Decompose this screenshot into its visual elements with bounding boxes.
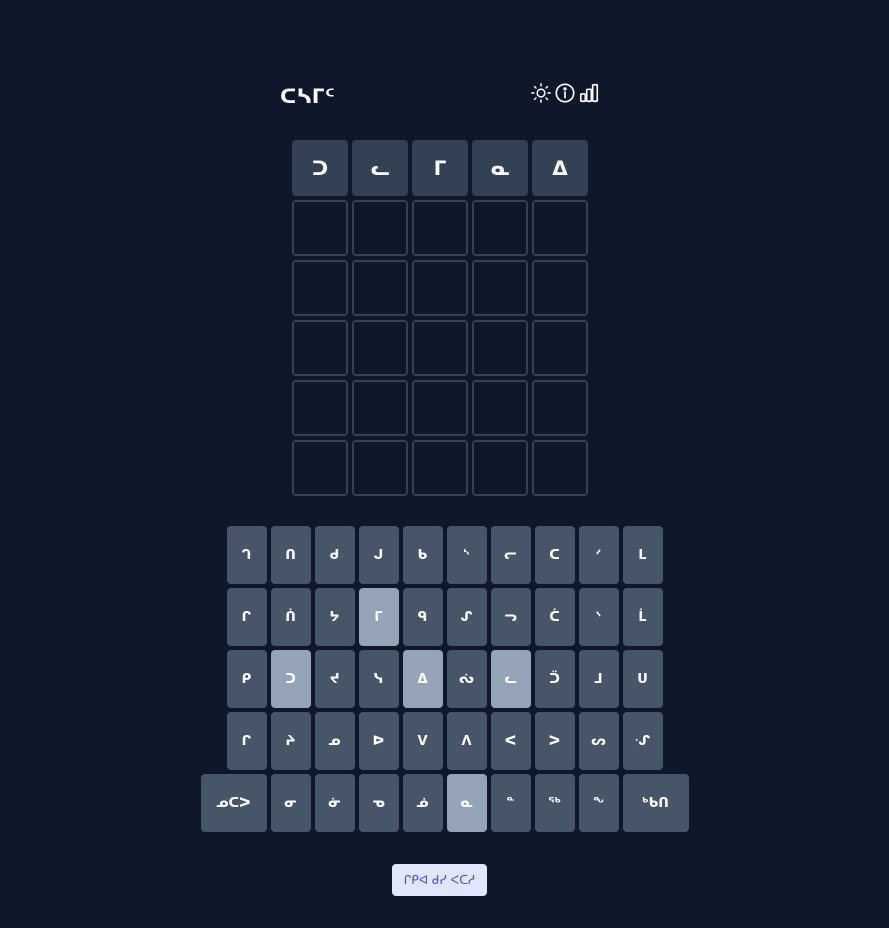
keyboard-key[interactable]: ᒥ <box>358 588 399 646</box>
keyboard-key[interactable]: ᖅ <box>534 774 575 832</box>
keyboard-key[interactable]: ᑐ <box>270 650 311 708</box>
keyboard-key[interactable]: ᑎ <box>270 526 311 584</box>
board-tile <box>352 440 408 496</box>
board-tile <box>412 260 468 316</box>
keyboard-key[interactable]: ᓓ <box>490 588 531 646</box>
board-tile <box>352 200 408 256</box>
keyboard-key[interactable]: ᐸ <box>490 712 531 770</box>
board-tile: ᑐ <box>292 140 348 196</box>
board-tile <box>352 380 408 436</box>
keyboard-key[interactable]: ᓀ <box>358 774 399 832</box>
keyboard-key[interactable]: ᑕ <box>534 526 575 584</box>
keyboard-row: ᒋᑏᔭᒥᑫᔑᓓᑖᐠᒫ <box>0 588 889 646</box>
board-tile <box>532 200 588 256</box>
board-tile <box>292 260 348 316</box>
keyboard-key[interactable]: ᓃ <box>314 774 355 832</box>
board-tile <box>472 200 528 256</box>
keyboard-row: ᒉᑎᑯᒍᑲᔅᓕᑕᐟᒪ <box>0 526 889 584</box>
keyboard-key[interactable]: ᒫ <box>622 588 663 646</box>
board-tile: ᐃ <box>532 140 588 196</box>
keyboard-key[interactable]: ᑒ <box>534 650 575 708</box>
board-tile <box>292 200 348 256</box>
board-tile <box>412 440 468 496</box>
board-tile: ᒥ <box>412 140 468 196</box>
keyboard-key[interactable]: ᓚ <box>490 650 531 708</box>
keyboard-key[interactable]: ᑌ <box>622 650 663 708</box>
keyboard-key[interactable]: ᑯ <box>314 526 355 584</box>
keyboard-key[interactable]: ᐃ <box>402 650 443 708</box>
board-tile <box>472 440 528 496</box>
keyboard-key[interactable]: ᓂ <box>270 774 311 832</box>
keyboard-row: ᒋᔨᓄᐅᐯᐱᐸᐳᔕᔙ <box>0 712 889 770</box>
board-tile <box>352 260 408 316</box>
board-tile <box>472 380 528 436</box>
keyboard-key[interactable]: ᒋ <box>226 712 267 770</box>
keyboard-key[interactable]: ᑭ <box>226 650 267 708</box>
keyboard-key[interactable]: ᓇ <box>446 774 487 832</box>
keyboard-key[interactable]: ᓄ <box>314 712 355 770</box>
board-tile <box>472 260 528 316</box>
keyboard-key[interactable]: ᓐ <box>490 774 531 832</box>
board-tile <box>472 320 528 376</box>
keyboard-key[interactable]: ᔑ <box>446 588 487 646</box>
board-tile: ᓇ <box>472 140 528 196</box>
keyboard-key[interactable]: ᐳ <box>534 712 575 770</box>
keyboard-key[interactable]: ᓕ <box>490 526 531 584</box>
keyboard-key[interactable]: ᔨ <box>270 712 311 770</box>
board-tile <box>532 380 588 436</box>
keyboard-key[interactable]: ᑲ <box>402 526 443 584</box>
game-page: ᑕᓴᒥᑦ ᑐ ᓚ ᒥ ᓇ ᐃ ᒉ ᑎ ᑯ ᒍ ᑲ ᔅ ᓕ ᑕ ᐟ ᒪ ᒋ ᑏ ᔭ… <box>0 0 889 928</box>
enter-key[interactable]: ᓄᑕᐳ <box>200 774 267 832</box>
game-title: ᑕᓴᒥᑦ <box>280 84 336 108</box>
keyboard-row: ᑭᑐᔪᓭᐃᔔᓚᑒᒧᑌ <box>0 650 889 708</box>
chart-bar-icon[interactable] <box>578 82 600 104</box>
keyboard-key[interactable]: ᔭ <box>314 588 355 646</box>
keyboard-key[interactable]: ᒍ <box>358 526 399 584</box>
board-tile <box>412 320 468 376</box>
board-tile <box>292 440 348 496</box>
keyboard-key[interactable]: ᐠ <box>578 588 619 646</box>
board-tile <box>532 440 588 496</box>
keyboard-key[interactable]: ᔔ <box>446 650 487 708</box>
keyboard-key[interactable]: ᑖ <box>534 588 575 646</box>
on-screen-keyboard: ᒉᑎᑯᒍᑲᔅᓕᑕᐟᒪᒋᑏᔭᒥᑫᔑᓓᑖᐠᒫᑭᑐᔪᓭᐃᔔᓚᑒᒧᑌᒋᔨᓄᐅᐯᐱᐸᐳᔕᔙ… <box>0 526 889 836</box>
info-icon[interactable] <box>554 82 576 104</box>
keyboard-key[interactable]: ᒪ <box>622 526 663 584</box>
keyboard-key[interactable]: ᑫ <box>402 588 443 646</box>
keyboard-key[interactable]: ᒧ <box>578 650 619 708</box>
keyboard-key[interactable]: ᐅ <box>358 712 399 770</box>
keyboard-key[interactable]: ᔙ <box>622 712 663 770</box>
keyboard-key[interactable]: ᐯ <box>402 712 443 770</box>
reveal-answer-button[interactable]: ᒋᑭᐊ ᑯᓯ ᐸᑕᓱ <box>392 864 487 896</box>
keyboard-row: ᓄᑕᐳ ᓂ ᓃ ᓀ ᓅ ᓇ ᓐ ᖅ ᖕ ᒃᑲᑎ <box>0 774 889 832</box>
keyboard-key[interactable]: ᔕ <box>578 712 619 770</box>
delete-key[interactable]: ᒃᑲᑎ <box>622 774 689 832</box>
board-tile <box>292 380 348 436</box>
board-tile <box>352 320 408 376</box>
sun-icon[interactable] <box>530 82 552 104</box>
board-tile <box>532 320 588 376</box>
keyboard-key[interactable]: ᔪ <box>314 650 355 708</box>
keyboard-key[interactable]: ᐱ <box>446 712 487 770</box>
board-tile: ᓚ <box>352 140 408 196</box>
board-tile <box>412 200 468 256</box>
keyboard-key[interactable]: ᑏ <box>270 588 311 646</box>
board-tile <box>532 260 588 316</box>
keyboard-key[interactable]: ᔅ <box>446 526 487 584</box>
game-board: ᑐᓚᒥᓇᐃ <box>292 140 588 496</box>
header: ᑕᓴᒥᑦ <box>280 80 600 112</box>
header-icons <box>530 82 600 104</box>
board-tile <box>292 320 348 376</box>
keyboard-key[interactable]: ᖕ <box>578 774 619 832</box>
keyboard-key[interactable]: ᓭ <box>358 650 399 708</box>
keyboard-key[interactable]: ᒋ <box>226 588 267 646</box>
board-tile <box>412 380 468 436</box>
keyboard-key[interactable]: ᓅ <box>402 774 443 832</box>
keyboard-key[interactable]: ᐟ <box>578 526 619 584</box>
keyboard-key[interactable]: ᒉ <box>226 526 267 584</box>
